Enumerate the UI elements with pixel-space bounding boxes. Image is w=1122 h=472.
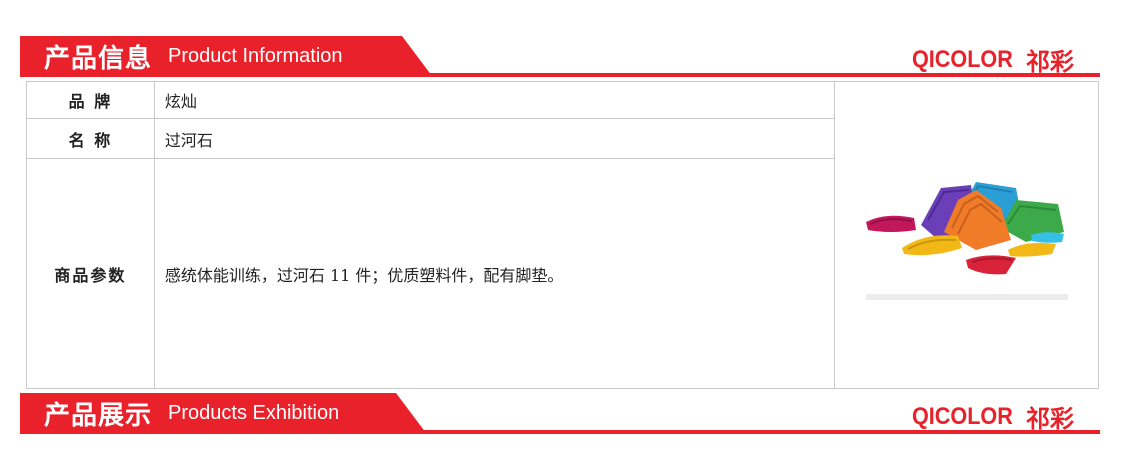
header-title-en: Product Information: [168, 44, 343, 67]
params-label: 商品参数: [26, 158, 155, 389]
name-label: 名 称: [26, 118, 155, 159]
logo-mark: 祁彩: [1026, 49, 1074, 76]
product-info-table: 品 牌 炫灿 名 称 过河石 商品参数 感统体能训练，过河石 11 件；优质塑料…: [26, 81, 1099, 389]
brand-logo: QICOLOR 祁彩: [912, 399, 1074, 434]
logo-text: QICOLOR: [912, 45, 1013, 73]
table-row-brand: 品 牌 炫灿: [26, 81, 1099, 389]
products-exhibition-header: 产品展示 Products Exhibition QICOLOR 祁彩: [20, 393, 1100, 439]
header-title-en: Products Exhibition: [168, 401, 340, 424]
stepping-stones-image: [865, 182, 1068, 300]
logo-mark: 祁彩: [1026, 406, 1074, 433]
header-title-zh: 产品信息: [44, 43, 153, 74]
header-tab: 产品展示 Products Exhibition: [20, 393, 426, 433]
name-value: 过河石: [153, 118, 836, 159]
brand-value: 炫灿: [153, 81, 836, 119]
brand-logo: QICOLOR 祁彩: [912, 42, 1074, 77]
logo-text: QICOLOR: [912, 402, 1013, 430]
brand-label: 品 牌: [26, 81, 155, 119]
product-information-header: 产品信息 Product Information QICOLOR 祁彩: [20, 36, 1100, 82]
header-title-zh: 产品展示: [44, 400, 153, 431]
product-photo-cell: [834, 81, 1099, 389]
params-value: 感统体能训练，过河石 11 件；优质塑料件，配有脚垫。: [153, 158, 836, 389]
header-tab: 产品信息 Product Information: [20, 36, 432, 76]
